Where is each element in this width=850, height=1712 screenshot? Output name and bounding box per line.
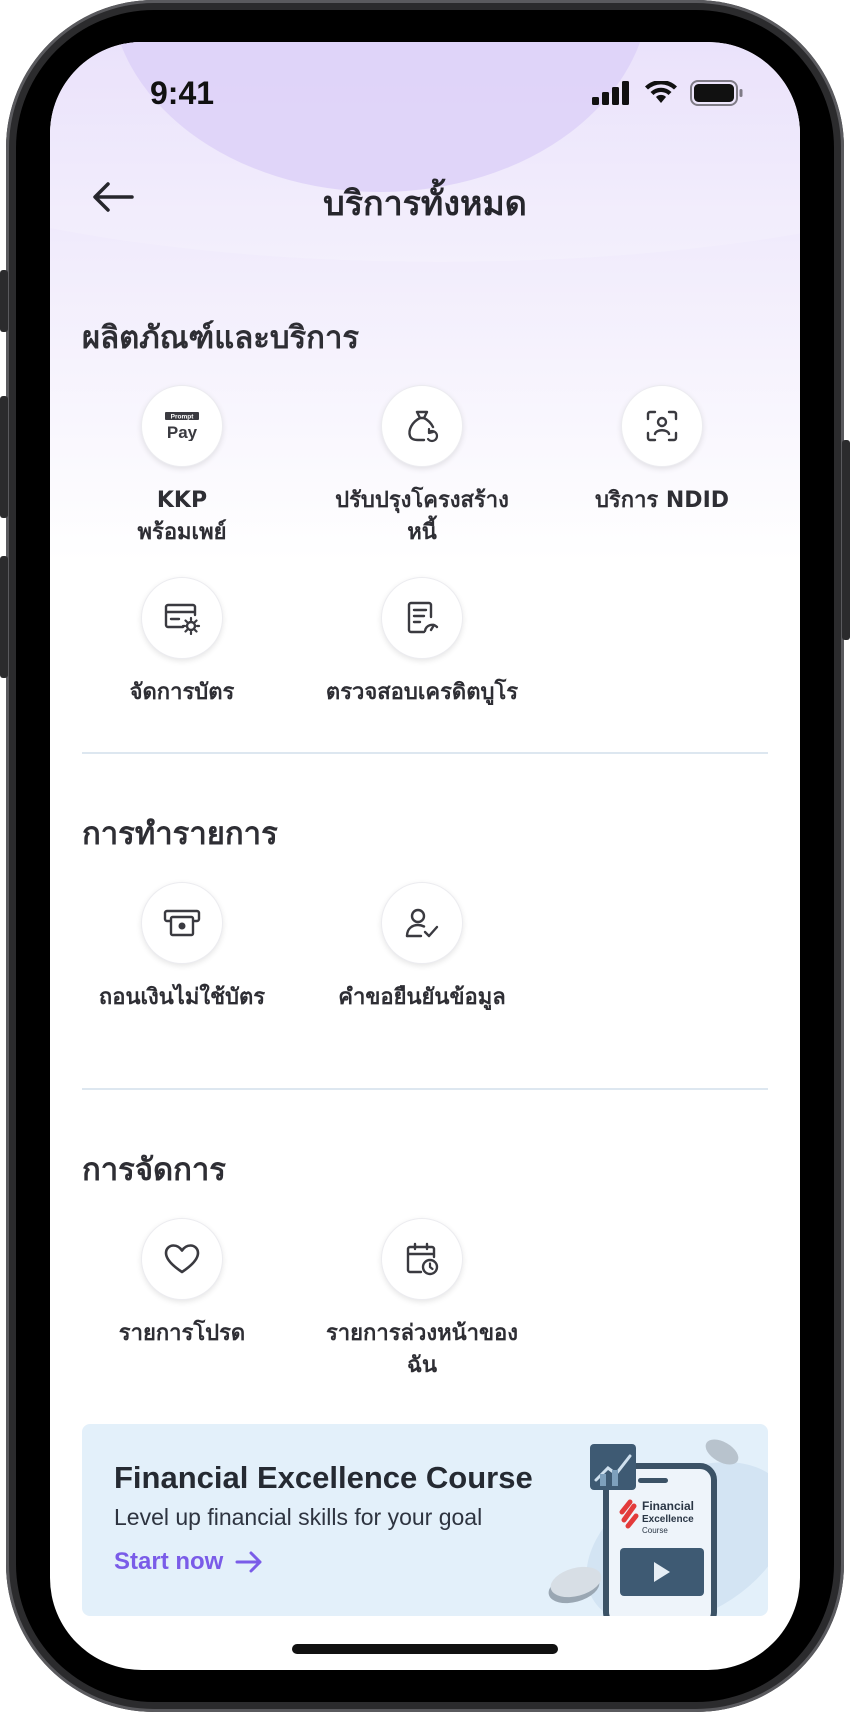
status-time: 9:41 — [150, 75, 215, 111]
service-label: KKP พร้อมเพย์ — [137, 488, 227, 545]
page-title: บริการทั้งหมด — [323, 184, 527, 224]
svg-text:Prompt: Prompt — [171, 414, 195, 421]
service-label: จัดการบัตร — [129, 680, 235, 705]
banner-subtitle: Level up financial skills for your goal — [114, 1504, 483, 1530]
cellular-signal-icon — [592, 81, 629, 105]
service-ndid[interactable]: บริการ NDID — [552, 385, 772, 517]
service-icon-circle — [141, 1218, 223, 1300]
service-info-verification[interactable]: คำขอยืนยันข้อมูล — [312, 882, 532, 1014]
home-indicator — [292, 1644, 558, 1654]
service-icon-circle: Prompt Pay — [141, 385, 223, 467]
heart-icon — [164, 1244, 200, 1274]
service-icon-circle — [141, 882, 223, 964]
service-cardless-withdrawal[interactable]: ถอนเงินไม่ใช้บัตร — [72, 882, 292, 1014]
arrow-right-icon — [235, 1551, 262, 1573]
service-label: ถอนเงินไม่ใช้บัตร — [98, 985, 266, 1010]
money-bag-icon — [408, 410, 439, 443]
service-icon-circle — [381, 577, 463, 659]
service-favorites[interactable]: รายการโปรด — [72, 1218, 292, 1350]
start-now-link[interactable]: Start now — [114, 1548, 263, 1576]
card-settings-icon — [164, 603, 201, 635]
service-card-management[interactable]: จัดการบัตร — [72, 577, 292, 709]
app-screen: 9:41 บริการทั้งหมด ผลิตภัณฑ์และบริการ Pr… — [50, 42, 800, 1670]
phone-power-button — [842, 440, 850, 640]
service-credit-bureau[interactable]: ตรวจสอบเครดิตบูโร — [312, 577, 532, 709]
calendar-clock-icon — [406, 1242, 439, 1276]
course-promo-banner[interactable]: Financial Excellence Course Level up fin… — [82, 1424, 768, 1616]
art-text-financial: Financial — [642, 1499, 694, 1513]
status-icons — [592, 80, 744, 106]
cash-withdraw-icon — [163, 909, 201, 937]
phone-volume-down — [0, 556, 8, 678]
service-icon-circle — [381, 1218, 463, 1300]
service-label: บริการ NDID — [594, 488, 730, 513]
art-text-course: Course — [642, 1526, 668, 1535]
service-icon-circle — [141, 577, 223, 659]
phone-volume-up — [0, 396, 8, 518]
service-scheduled-transactions[interactable]: รายการล่วงหน้าของ ฉัน — [312, 1218, 532, 1382]
section-divider — [82, 1088, 768, 1090]
course-illustration: Financial Excellence Course — [548, 1439, 768, 1616]
service-debt-restructure[interactable]: ปรับปรุงโครงสร้าง หนี้ — [312, 385, 532, 549]
section-title-transactions: การทำรายการ — [82, 816, 278, 852]
section-title-products: ผลิตภัณฑ์และบริการ — [82, 320, 360, 356]
user-check-icon — [405, 908, 439, 938]
service-label: คำขอยืนยันข้อมูล — [338, 985, 506, 1010]
service-icon-circle — [381, 882, 463, 964]
battery-icon — [690, 80, 743, 106]
service-icon-circle — [381, 385, 463, 467]
section-title-management: การจัดการ — [82, 1152, 226, 1188]
svg-text:Pay: Pay — [167, 423, 198, 441]
phone-mute-switch — [0, 270, 8, 332]
face-scan-icon — [646, 410, 678, 442]
service-kkp-promptpay[interactable]: Prompt Pay KKP พร้อมเพย์ — [72, 385, 292, 549]
credit-report-icon — [407, 601, 439, 634]
art-text-excellence: Excellence — [642, 1514, 694, 1525]
promptpay-icon: Prompt Pay — [165, 412, 199, 441]
service-label: รายการโปรด — [118, 1321, 246, 1346]
service-label: ปรับปรุงโครงสร้าง หนี้ — [335, 488, 509, 545]
banner-title: Financial Excellence Course — [114, 1460, 533, 1495]
service-label: ตรวจสอบเครดิตบูโร — [325, 680, 519, 705]
start-now-label: Start now — [114, 1548, 224, 1575]
wifi-icon — [645, 81, 677, 103]
service-icon-circle — [621, 385, 703, 467]
section-divider — [82, 752, 768, 754]
service-label: รายการล่วงหน้าของ ฉัน — [325, 1321, 519, 1378]
